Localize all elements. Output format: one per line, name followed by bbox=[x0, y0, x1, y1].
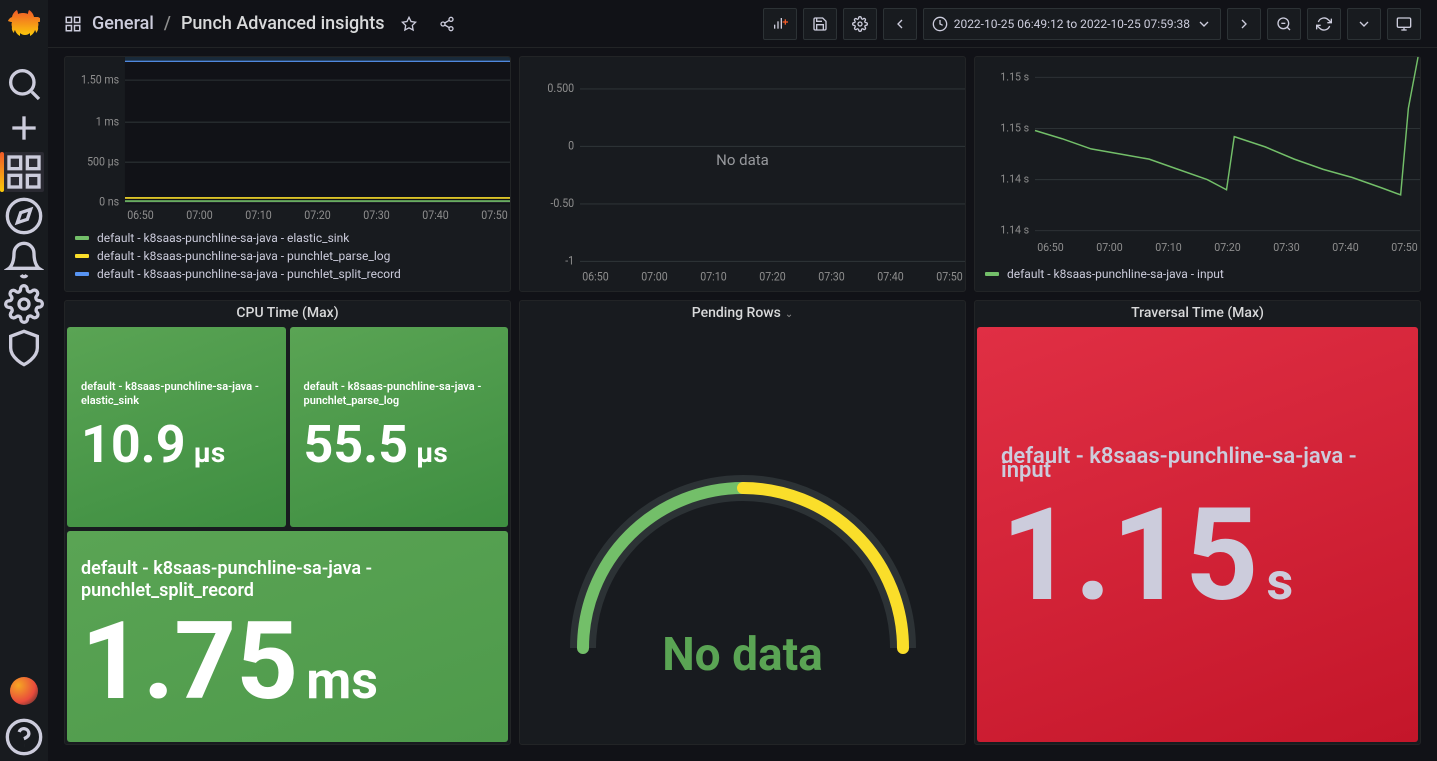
dashboards-icon bbox=[64, 15, 82, 33]
svg-text:07:30: 07:30 bbox=[1273, 241, 1300, 254]
svg-text:07:20: 07:20 bbox=[759, 270, 786, 284]
server-admin-icon[interactable] bbox=[4, 328, 44, 368]
svg-text:07:30: 07:30 bbox=[818, 270, 845, 284]
svg-text:1.15 s: 1.15 s bbox=[1000, 70, 1029, 83]
svg-text:07:40: 07:40 bbox=[422, 209, 448, 223]
svg-text:0.500: 0.500 bbox=[547, 82, 574, 96]
add-panel-button[interactable] bbox=[763, 8, 797, 40]
stat-cell: default - k8saas-punchline-sa-java - pun… bbox=[290, 327, 509, 527]
time-back-button[interactable] bbox=[883, 8, 917, 40]
svg-text:1.14 s: 1.14 s bbox=[1000, 223, 1029, 236]
star-icon[interactable] bbox=[395, 10, 423, 38]
svg-text:06:50: 06:50 bbox=[1037, 241, 1064, 254]
clock-icon bbox=[932, 16, 948, 32]
legend: default - k8saas-punchline-sa-java - ela… bbox=[65, 225, 510, 291]
timeseries-panel-2[interactable]: No data 0.500 0 -0.50 -1 06:5007:0007:10… bbox=[519, 56, 966, 292]
svg-text:06:50: 06:50 bbox=[127, 209, 153, 223]
svg-text:-1: -1 bbox=[565, 254, 574, 268]
help-icon[interactable] bbox=[4, 717, 44, 757]
zoom-out-button[interactable] bbox=[1267, 8, 1301, 40]
stat-cell: default - k8saas-punchline-sa-java - ela… bbox=[67, 327, 286, 527]
time-range-label: 2022-10-25 06:49:12 to 2022-10-25 07:59:… bbox=[954, 17, 1190, 31]
explore-icon[interactable] bbox=[4, 196, 44, 236]
svg-text:07:30: 07:30 bbox=[363, 209, 389, 223]
stat-cell: default - k8saas-punchline-sa-java - pun… bbox=[67, 531, 508, 742]
time-forward-button[interactable] bbox=[1227, 8, 1261, 40]
legend-item[interactable]: default - k8saas-punchline-sa-java - inp… bbox=[985, 265, 1410, 283]
svg-text:07:00: 07:00 bbox=[1096, 241, 1123, 254]
panel-title: Pending Rows⌄ bbox=[520, 301, 965, 325]
time-range-button[interactable]: 2022-10-25 06:49:12 to 2022-10-25 07:59:… bbox=[923, 8, 1221, 40]
cycle-view-button[interactable] bbox=[1387, 8, 1421, 40]
legend-item[interactable]: default - k8saas-punchline-sa-java - ela… bbox=[75, 229, 500, 247]
chevron-down-icon: ⌄ bbox=[785, 309, 793, 320]
share-icon[interactable] bbox=[433, 10, 461, 38]
dashboards-icon[interactable] bbox=[4, 152, 44, 192]
search-icon[interactable] bbox=[4, 64, 44, 104]
grafana-logo[interactable] bbox=[8, 8, 40, 40]
refresh-button[interactable] bbox=[1307, 8, 1341, 40]
panel-title: CPU Time (Max) bbox=[65, 301, 510, 325]
nodata-label: No data bbox=[520, 151, 965, 169]
svg-text:07:10: 07:10 bbox=[245, 209, 271, 223]
svg-text:-0.50: -0.50 bbox=[550, 197, 574, 211]
svg-text:07:00: 07:00 bbox=[186, 209, 212, 223]
content: 1.50 ms 1 ms 500 µs 0 ns 06:50 07:00 07:10… bbox=[48, 48, 1437, 761]
topbar: General / Punch Advanced insights 2022-1… bbox=[48, 0, 1437, 48]
sidebar bbox=[0, 0, 48, 761]
timeseries-panel-3[interactable]: 1.15 s 1.15 s 1.14 s 1.14 s 06:50 07:00 07… bbox=[974, 56, 1421, 292]
svg-text:1 ms: 1 ms bbox=[96, 115, 120, 129]
svg-text:07:00: 07:00 bbox=[641, 270, 668, 284]
panel-title: Traversal Time (Max) bbox=[975, 301, 1420, 325]
alerting-icon[interactable] bbox=[4, 240, 44, 280]
svg-text:07:10: 07:10 bbox=[1155, 241, 1182, 254]
svg-text:1.14 s: 1.14 s bbox=[1000, 172, 1029, 185]
legend: default - k8saas-punchline-sa-java - inp… bbox=[975, 261, 1420, 291]
gauge-value: No data bbox=[662, 628, 823, 682]
legend-item[interactable]: default - k8saas-punchline-sa-java - pun… bbox=[75, 247, 500, 265]
svg-text:500 µs: 500 µs bbox=[87, 155, 119, 169]
settings-button[interactable] bbox=[843, 8, 877, 40]
chevron-down-icon bbox=[1196, 16, 1212, 32]
cpu-time-panel[interactable]: CPU Time (Max) default - k8saas-punchlin… bbox=[64, 300, 511, 745]
breadcrumb-separator: / bbox=[164, 13, 171, 34]
traversal-time-panel[interactable]: Traversal Time (Max) default - k8saas-pu… bbox=[974, 300, 1421, 745]
pending-rows-panel[interactable]: Pending Rows⌄ No data bbox=[519, 300, 966, 745]
create-icon[interactable] bbox=[4, 108, 44, 148]
svg-text:1.15 s: 1.15 s bbox=[1000, 121, 1029, 134]
svg-text:07:40: 07:40 bbox=[1332, 241, 1359, 254]
save-button[interactable] bbox=[803, 8, 837, 40]
svg-text:07:50: 07:50 bbox=[481, 209, 507, 223]
refresh-interval-button[interactable] bbox=[1347, 8, 1381, 40]
timeseries-panel-1[interactable]: 1.50 ms 1 ms 500 µs 0 ns 06:50 07:00 07:10… bbox=[64, 56, 511, 292]
stat-cell: default - k8saas-punchline-sa-java - inp… bbox=[977, 327, 1418, 742]
svg-text:1.50 ms: 1.50 ms bbox=[81, 73, 119, 87]
legend-item[interactable]: default - k8saas-punchline-sa-java - pun… bbox=[75, 265, 500, 283]
svg-text:06:50: 06:50 bbox=[582, 270, 609, 284]
svg-text:07:50: 07:50 bbox=[1391, 241, 1418, 254]
svg-text:07:20: 07:20 bbox=[304, 209, 330, 223]
svg-text:07:10: 07:10 bbox=[700, 270, 727, 284]
svg-text:07:40: 07:40 bbox=[877, 270, 904, 284]
breadcrumb-folder[interactable]: General bbox=[92, 13, 154, 34]
svg-text:07:20: 07:20 bbox=[1214, 241, 1241, 254]
dashboard-title[interactable]: Punch Advanced insights bbox=[181, 13, 385, 34]
svg-text:0 ns: 0 ns bbox=[99, 195, 119, 209]
configuration-icon[interactable] bbox=[4, 284, 44, 324]
svg-text:07:50: 07:50 bbox=[936, 270, 963, 284]
avatar[interactable] bbox=[10, 677, 38, 705]
breadcrumb: General / Punch Advanced insights bbox=[64, 10, 461, 38]
